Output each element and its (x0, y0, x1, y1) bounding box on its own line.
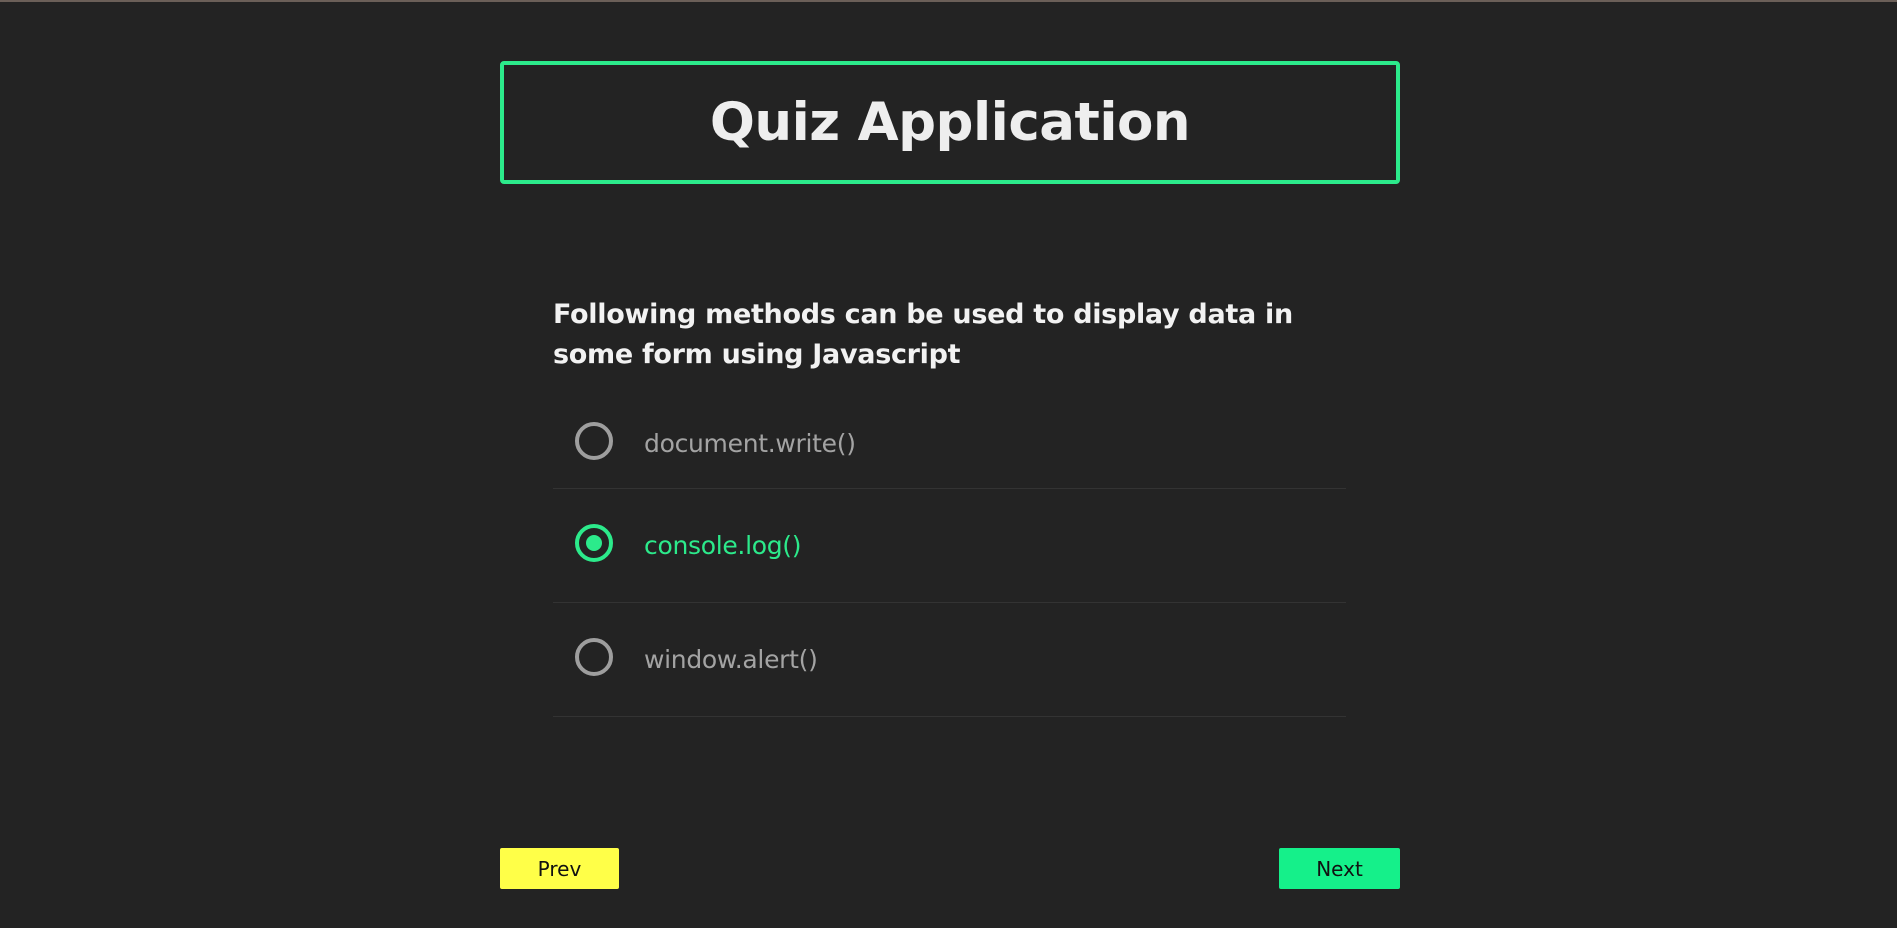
top-border-line (0, 0, 1897, 2)
option-item-window-alert[interactable]: window.alert() (553, 603, 1346, 717)
page-title: Quiz Application (709, 92, 1191, 153)
title-box: Quiz Application (500, 61, 1400, 184)
radio-unchecked-icon[interactable] (575, 637, 613, 676)
prev-button[interactable]: Prev (500, 848, 619, 889)
radio-checked-icon[interactable] (575, 523, 613, 562)
option-item-document-write[interactable]: document.write() (553, 399, 1346, 489)
quiz-app: Quiz Application Following methods can b… (500, 61, 1400, 717)
question-text: Following methods can be used to display… (553, 299, 1293, 370)
option-label: document.write() (644, 429, 856, 458)
radio-unchecked-icon[interactable] (575, 421, 613, 460)
option-label: console.log() (644, 531, 802, 560)
next-button[interactable]: Next (1279, 848, 1400, 889)
options-list: document.write() console.log() window.al… (553, 399, 1346, 717)
option-label: window.alert() (644, 645, 818, 674)
option-item-console-log[interactable]: console.log() (553, 489, 1346, 603)
quiz-card: Following methods can be used to display… (553, 295, 1346, 717)
